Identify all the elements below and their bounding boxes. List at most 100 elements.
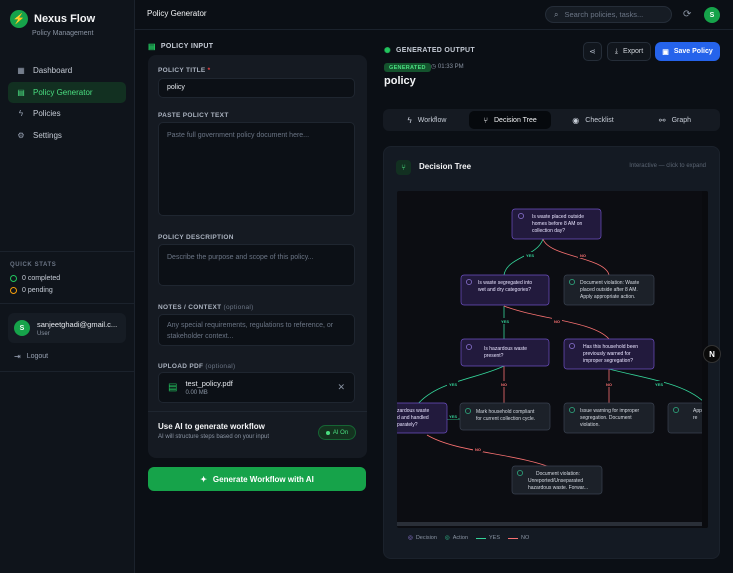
policy-text-field[interactable]: Paste full government policy document he… [158,122,355,216]
notes-label-text: NOTES / CONTEXT [158,304,222,311]
ai-subtitle: AI will structure steps based on your in… [158,434,270,440]
search-icon: ⌕ [554,9,559,19]
tab-decision-tree[interactable]: ⑂ Decision Tree [469,111,551,129]
action-node-warning[interactable]: Issue warning for improper segregation. … [563,402,655,434]
gear-icon: ⚙ [17,130,25,140]
optional-text: (optional) [205,363,236,370]
decision-node-handled[interactable]: zardous waste d and handled parately? [397,402,448,434]
bolt-icon: ϟ [18,109,24,118]
bolt-icon: ϟ [407,115,412,125]
description-field[interactable]: Describe the purpose and scope of this p… [158,244,355,286]
ai-toggle[interactable]: AI On [318,425,356,440]
notes-field[interactable]: Any special requirements, regulations to… [158,314,355,346]
node-text: re [693,415,698,421]
search-input[interactable] [564,10,665,19]
sidebar-item-label: Dashboard [33,66,73,75]
description-placeholder: Describe the purpose and scope of this p… [167,254,314,261]
node-text: for current collection cycle. [476,416,535,422]
section-title: GENERATED OUTPUT [396,47,475,54]
sidebar-item-settings[interactable]: ⚙ Settings [8,125,126,146]
node-text: App [693,408,702,414]
brand[interactable]: ⚡ Nexus Flow [10,10,95,28]
tree-title: Decision Tree [419,162,472,171]
tab-label: Graph [671,116,692,124]
file-size: 0.00 MB [185,390,208,396]
edge-label-no: NO [554,319,560,324]
save-icon: ▣ [662,48,669,56]
required-mark: * [207,67,211,74]
action-icon: ◎ [444,535,450,541]
tree-legend: ◎ Decision ◎ Action YES NO [408,535,537,541]
no-line-icon [508,537,519,539]
remove-file-icon[interactable]: ✕ [337,382,345,393]
completed-count: 0 completed [22,275,61,282]
completed-stat: 0 completed [10,275,60,282]
yes-line-icon [476,537,487,539]
decision-node-warned[interactable]: Has this household been previously warne… [563,338,655,370]
sparkle-icon: ✦ [200,474,207,484]
sidebar-item-policy-generator[interactable]: ▤ Policy Generator [8,81,126,103]
user-card[interactable]: S sanjeetghadi@gmail.c... User [8,313,126,343]
upload-label: UPLOAD PDF (optional) [158,363,235,370]
logout-button[interactable]: ⇥ Logout [14,352,48,361]
export-button[interactable]: ⤓ Export [607,42,651,61]
action-node-compliant[interactable]: Mark household compliant for current col… [459,402,551,431]
page-title: Policy Generator [147,9,207,18]
branch-icon: ⑂ [396,160,411,175]
tab-label: Decision Tree [494,116,537,124]
app-name: Nexus Flow [34,13,96,25]
node-text: Document violation: [536,471,580,477]
tab-label: Checklist [585,116,614,124]
legend-label: NO [521,535,530,541]
branch-icon: ⑂ [483,115,488,125]
avatar[interactable]: S [704,7,720,23]
generate-workflow-button[interactable]: ✦ Generate Workflow with AI [148,467,366,491]
edge-label-no: NO [501,382,507,387]
node-text: homes before 8 AM on [532,221,583,227]
edge-yes [416,365,505,406]
top-bar: Policy Generator ⌕ ⟳ S [135,0,733,30]
legend-label: YES [489,535,501,541]
edge-label-yes: YES [449,414,457,419]
pending-stat: 0 pending [10,287,53,294]
horizontal-scrollbar[interactable] [397,522,702,526]
tab-workflow[interactable]: ϟ Workflow [387,111,467,129]
policy-title-field[interactable]: policy [158,78,355,98]
user-role: User [37,330,50,337]
decision-node-hazardous[interactable]: Is hazardous waste present? [460,338,550,367]
node-text: Apply appropriate action. [580,294,635,300]
decision-node-segregated[interactable]: Is waste segregated into wet and dry cat… [460,274,550,306]
node-text: Mark household compliant [476,409,535,415]
tab-checklist[interactable]: ◉ Checklist [553,111,633,129]
decision-node-root[interactable]: Is waste placed outside homes before 8 A… [511,208,602,240]
file-name: test_policy.pdf [185,379,233,388]
edge-label-no: NO [475,447,481,452]
ai-toggle-label: AI On [332,429,349,436]
edge-label-no: NO [606,382,612,387]
legend-yes: YES [476,535,500,541]
notes-label: NOTES / CONTEXT (optional) [158,304,254,311]
floating-n-badge[interactable]: N [703,345,721,363]
save-policy-button[interactable]: ▣ Save Policy [655,42,720,61]
section-title: POLICY INPUT [160,43,214,50]
tab-graph[interactable]: ⚯ Graph [635,111,715,129]
policy-title-value: policy [167,84,185,91]
action-node-violation-late[interactable]: Document violation: Waste placed outside… [563,274,655,306]
sidebar-item-dashboard[interactable]: ▦ Dashboard [8,60,126,81]
node-text: improper segregation? [583,358,633,364]
sidebar-item-label: Policies [33,109,61,118]
decision-tree-canvas[interactable]: YES NO YES NO YES NO NO YES YES NO Is wa… [397,191,708,528]
share-button[interactable]: ⋖ [583,42,602,61]
policy-text-placeholder: Paste full government policy document he… [167,132,310,139]
node-text: Unreported/Unseparated [528,478,583,484]
action-node-violation-hazardous[interactable]: Document violation: Unreported/Unseparat… [511,465,603,495]
refresh-icon[interactable]: ⟳ [683,9,691,20]
tree-hint[interactable]: Interactive — click to expand [629,163,706,169]
search-box[interactable]: ⌕ [545,6,672,23]
tab-label: Workflow [417,116,447,124]
sidebar-item-policies[interactable]: ϟ Policies [8,103,126,124]
node-text: parately? [397,422,418,428]
sidebar-nav: ▦ Dashboard ▤ Policy Generator ϟ Policie… [8,60,126,146]
paste-label: PASTE POLICY TEXT [158,112,229,119]
node-text: wet and dry categories? [478,287,531,293]
